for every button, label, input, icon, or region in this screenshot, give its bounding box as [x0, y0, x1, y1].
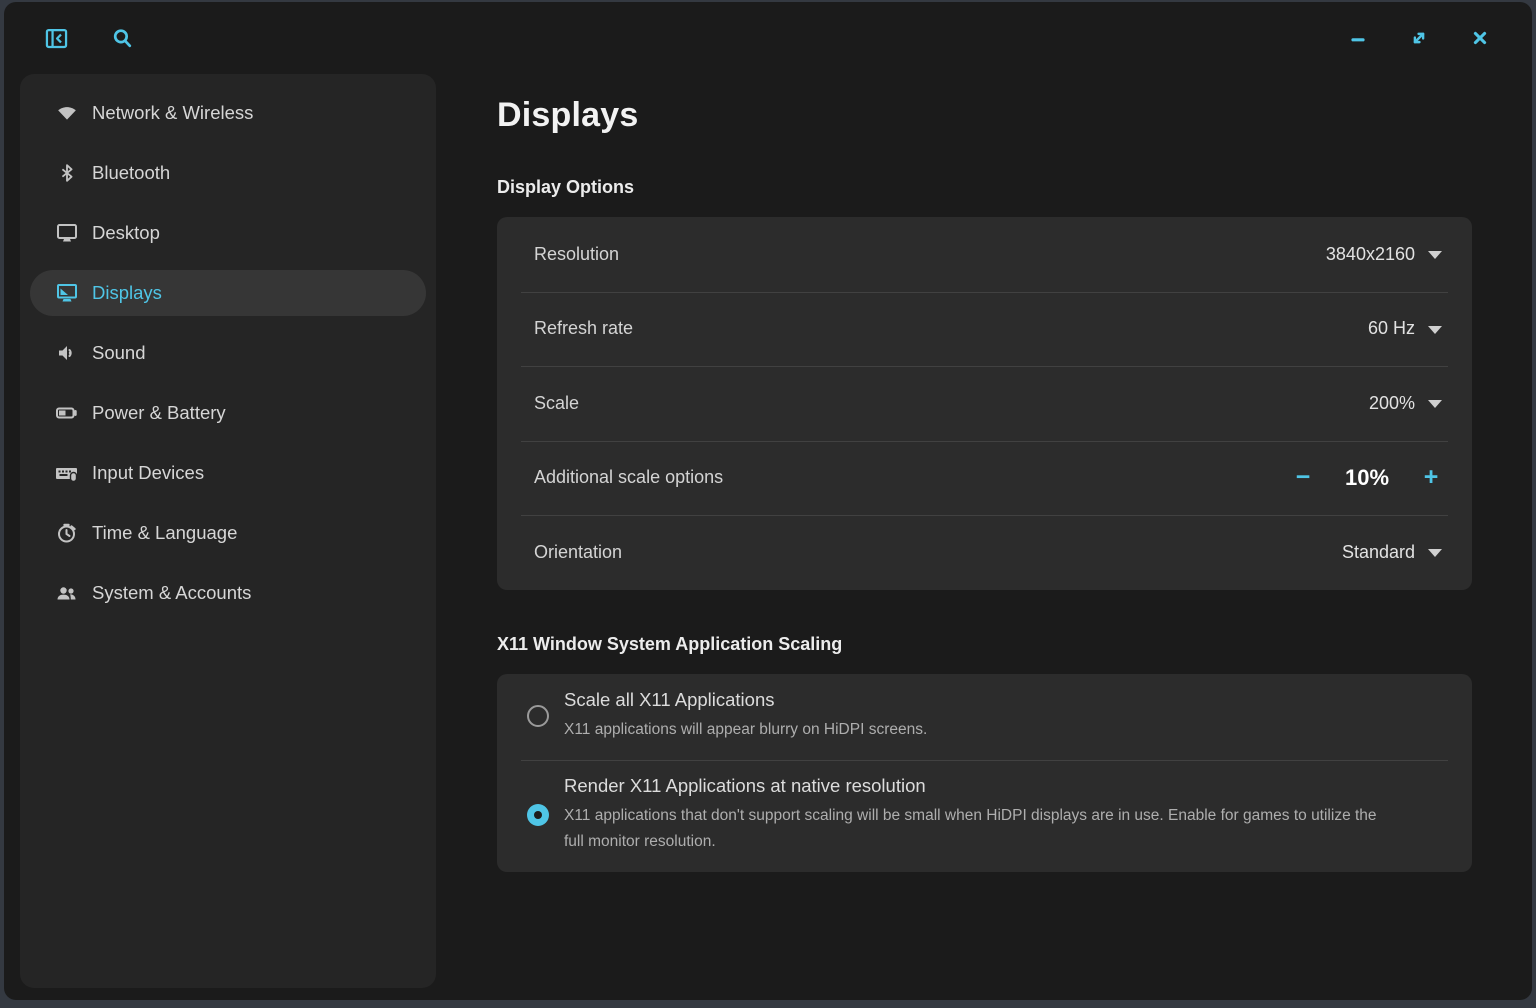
sidebar-item-network-wireless[interactable]: Network & Wireless [30, 90, 426, 136]
sidebar-item-label: Sound [92, 342, 146, 364]
sidebar-item-label: Time & Language [92, 522, 237, 544]
chevron-down-icon [1428, 326, 1442, 334]
resolution-label: Resolution [534, 244, 1326, 265]
maximize-icon [1408, 27, 1430, 49]
radio-selected[interactable] [527, 804, 549, 826]
sidebar-collapse-icon [43, 25, 70, 52]
wifi-icon [54, 101, 79, 126]
additional-scale-value: 10% [1336, 465, 1398, 491]
sidebar-item-input-devices[interactable]: Input Devices [30, 450, 426, 496]
sidebar-item-label: Power & Battery [92, 402, 226, 424]
bluetooth-icon [54, 161, 79, 186]
scale-dropdown[interactable]: 200% [1369, 393, 1442, 414]
option-description: X11 applications will appear blurry on H… [564, 717, 1394, 743]
resolution-dropdown[interactable]: 3840x2160 [1326, 244, 1442, 265]
scale-value: 200% [1369, 393, 1415, 414]
chevron-down-icon [1428, 400, 1442, 408]
render-native-x11-option[interactable]: Render X11 Applications at native resolu… [497, 760, 1472, 872]
sidebar-item-power-battery[interactable]: Power & Battery [30, 390, 426, 436]
option-title: Scale all X11 Applications [564, 689, 1442, 711]
sidebar-item-label: Input Devices [92, 462, 204, 484]
orientation-dropdown[interactable]: Standard [1342, 542, 1442, 563]
search-icon [110, 26, 135, 51]
speaker-icon [54, 341, 79, 366]
additional-scale-row: Additional scale options − 10% + [497, 441, 1472, 516]
sidebar-item-label: Displays [92, 282, 162, 304]
option-title: Render X11 Applications at native resolu… [564, 775, 1442, 797]
sidebar-item-system-accounts[interactable]: System & Accounts [30, 570, 426, 616]
sidebar-toggle-button[interactable] [42, 24, 70, 52]
scale-all-x11-option[interactable]: Scale all X11 Applications X11 applicati… [497, 674, 1472, 760]
sidebar-item-time-language[interactable]: Time & Language [30, 510, 426, 556]
sidebar-item-label: System & Accounts [92, 582, 251, 604]
maximize-button[interactable] [1405, 24, 1433, 52]
refresh-rate-row: Refresh rate 60 Hz [497, 292, 1472, 367]
desktop-icon [54, 221, 79, 246]
additional-scale-stepper: − 10% + [1292, 465, 1442, 491]
sidebar-item-bluetooth[interactable]: Bluetooth [30, 150, 426, 196]
settings-window: Network & Wireless Bluetooth Desktop [4, 2, 1532, 1000]
page-title: Displays [497, 96, 1472, 135]
sidebar-item-displays[interactable]: Displays [30, 270, 426, 316]
sidebar-item-label: Desktop [92, 222, 160, 244]
sidebar-item-label: Network & Wireless [92, 102, 253, 124]
scale-label: Scale [534, 393, 1369, 414]
chevron-down-icon [1428, 251, 1442, 259]
refresh-rate-label: Refresh rate [534, 318, 1368, 339]
x11-scaling-heading: X11 Window System Application Scaling [497, 634, 1472, 655]
main-content: Displays Display Options Resolution 3840… [497, 74, 1472, 1000]
clock-icon [54, 521, 79, 546]
resolution-row: Resolution 3840x2160 [497, 217, 1472, 292]
radio-unselected[interactable] [527, 705, 549, 727]
refresh-rate-value: 60 Hz [1368, 318, 1415, 339]
x11-scaling-panel: Scale all X11 Applications X11 applicati… [497, 674, 1472, 872]
display-options-heading: Display Options [497, 177, 1472, 198]
orientation-label: Orientation [534, 542, 1342, 563]
close-button[interactable] [1466, 24, 1494, 52]
resolution-value: 3840x2160 [1326, 244, 1415, 265]
search-button[interactable] [108, 24, 136, 52]
minimize-icon [1347, 27, 1369, 49]
scale-row: Scale 200% [497, 366, 1472, 441]
sidebar: Network & Wireless Bluetooth Desktop [20, 74, 436, 988]
orientation-row: Orientation Standard [497, 515, 1472, 590]
sidebar-item-label: Bluetooth [92, 162, 170, 184]
users-icon [54, 581, 79, 606]
titlebar [4, 2, 1532, 74]
close-icon [1469, 27, 1491, 49]
window-controls [1344, 24, 1508, 52]
sidebar-item-desktop[interactable]: Desktop [30, 210, 426, 256]
refresh-rate-dropdown[interactable]: 60 Hz [1368, 318, 1442, 339]
decrease-scale-button[interactable]: − [1292, 465, 1314, 490]
keyboard-mouse-icon [54, 461, 79, 486]
minimize-button[interactable] [1344, 24, 1372, 52]
option-description: X11 applications that don't support scal… [564, 803, 1394, 855]
displays-icon [54, 281, 79, 306]
increase-scale-button[interactable]: + [1420, 465, 1442, 490]
chevron-down-icon [1428, 549, 1442, 557]
display-options-panel: Resolution 3840x2160 Refresh rate 60 Hz … [497, 217, 1472, 590]
sidebar-item-sound[interactable]: Sound [30, 330, 426, 376]
additional-scale-label: Additional scale options [534, 467, 1292, 488]
orientation-value: Standard [1342, 542, 1415, 563]
battery-icon [54, 401, 79, 426]
